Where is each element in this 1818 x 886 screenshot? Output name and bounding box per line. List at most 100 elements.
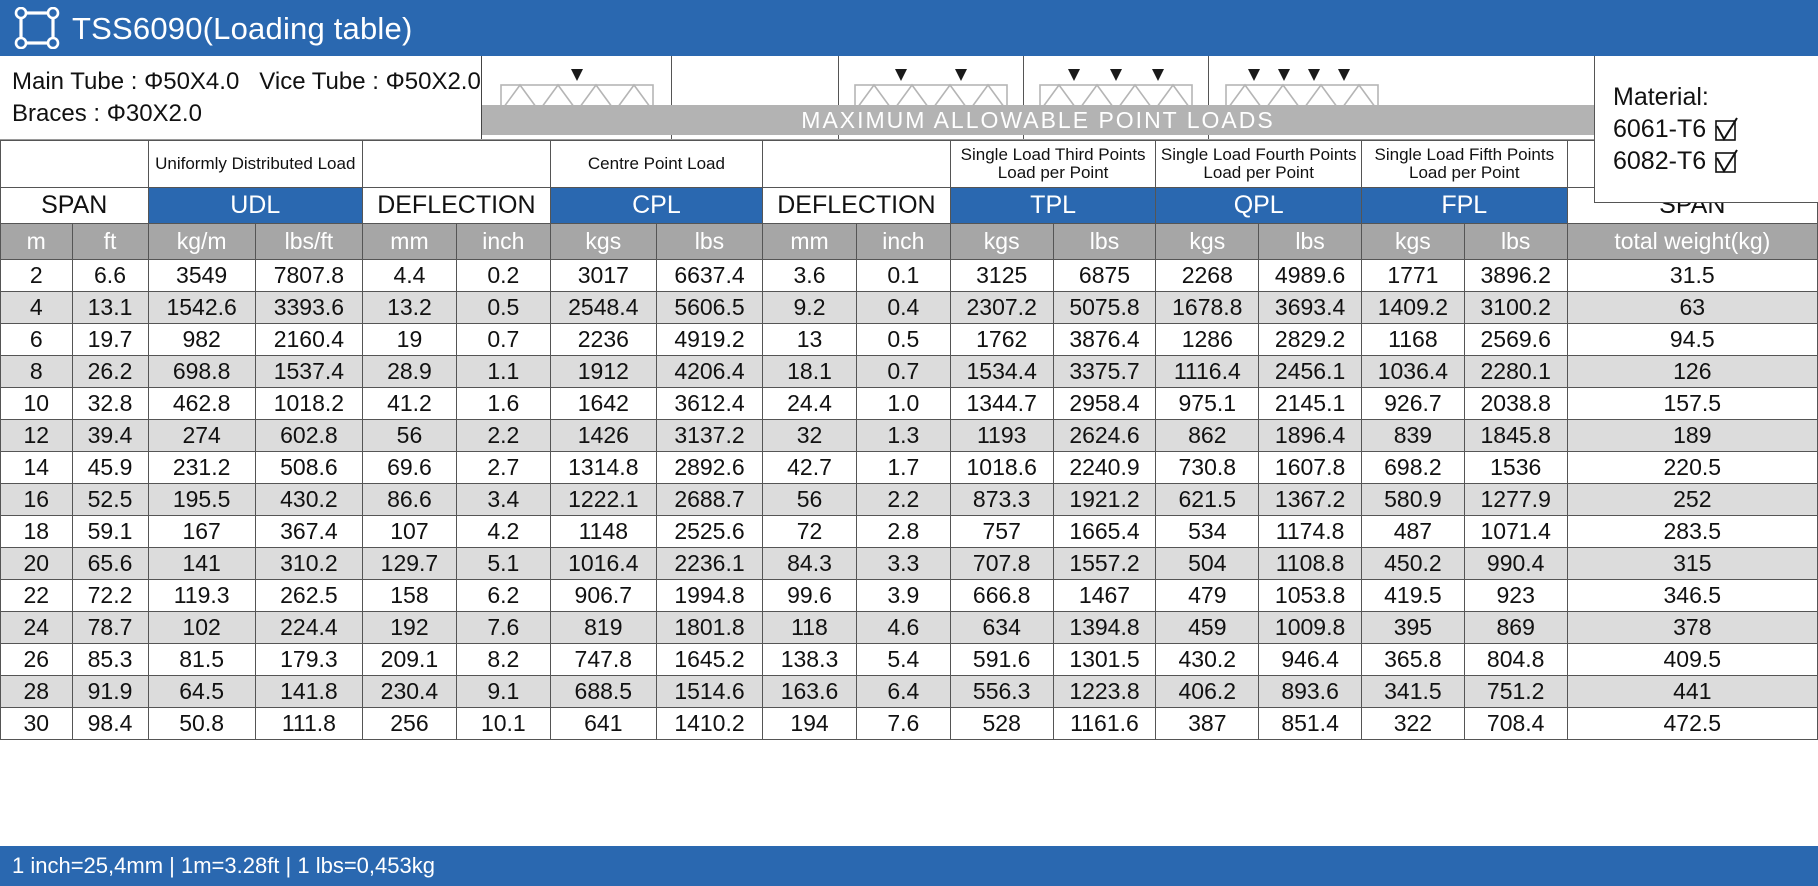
table-cell: 69.6 [362,451,457,484]
table-cell: 167 [147,515,256,548]
material-option-6061: 6061-T6 [1613,115,1818,144]
table-cell: 315 [1566,547,1818,580]
table-cell: 10 [0,387,73,420]
table-row: 10 32.8 462.8 1018.2 41.2 1.6 1642 3612.4 24.4 1.… [0,387,1818,420]
table-cell: 1534.4 [949,355,1054,388]
unit-defl1-mm: mm [362,223,457,260]
table-cell: 666.8 [949,579,1054,612]
checkbox-checked-icon-6061[interactable] [1714,117,1738,141]
table-cell: 1.3 [855,419,951,452]
table-cell: 341.5 [1361,675,1465,708]
table-cell: 3393.6 [254,291,364,324]
table-cell: 52.5 [71,483,149,516]
table-cell: 118 [762,611,857,644]
unit-tpl-kgs: kgs [949,223,1054,260]
table-cell: 3137.2 [655,419,764,452]
table-row: 4 13.1 1542.6 3393.6 13.2 0.5 2548.4 5606.5 9.2 0… [0,291,1818,324]
table-cell: 31.5 [1566,259,1818,292]
table-cell: 409.5 [1566,643,1818,676]
table-cell: 441 [1566,675,1818,708]
table-cell: 85.3 [71,643,149,676]
table-cell: 1277.9 [1463,483,1568,516]
table-cell: 32 [762,419,857,452]
table-cell: 16 [0,483,73,516]
unit-span-m: m [0,223,73,260]
table-cell: 3549 [147,259,256,292]
table-cell: 580.9 [1361,483,1465,516]
header-cpl-desc: Centre Point Load [549,140,764,188]
table-cell: 1367.2 [1258,483,1362,516]
table-cell: 450.2 [1361,547,1465,580]
table-cell: 1912 [549,355,657,388]
table-cell: 893.6 [1258,675,1362,708]
table-cell: 2.2 [855,483,951,516]
table-cell: 2160.4 [254,323,364,356]
table-cell: 1286 [1155,323,1260,356]
table-cell: 28 [0,675,73,708]
table-cell: 1071.4 [1463,515,1568,548]
table-cell: 1222.1 [549,483,657,516]
table-cell: 2456.1 [1258,355,1362,388]
table-cell: 102 [147,611,256,644]
table-cell: 1223.8 [1052,675,1157,708]
spec-line-1: Main Tube : Φ50X4.0 Vice Tube : Φ50X2.0 [12,68,481,96]
table-cell: 1645.2 [655,643,764,676]
table-cell: 508.6 [254,451,364,484]
material-label: Material: [1613,82,1709,111]
table-cell: 5.1 [455,547,551,580]
table-cell: 1536 [1463,451,1568,484]
table-cell: 2038.8 [1463,387,1568,420]
table-cell: 322 [1361,707,1465,740]
table-cell: 2829.2 [1258,323,1362,356]
table-cell: 923 [1463,579,1568,612]
title-bar: TSS6090(Loading table) [0,0,1818,56]
table-cell: 18 [0,515,73,548]
table-cell: 7.6 [855,707,951,740]
table-cell: 158 [362,579,457,612]
table-cell: 1148 [549,515,657,548]
table-row: 24 78.7 102 224.4 192 7.6 819 1801.8 118 4.6 634 13… [0,611,1818,644]
table-row: 14 45.9 231.2 508.6 69.6 2.7 1314.8 2892.6 42.7 1… [0,451,1818,484]
table-cell: 1036.4 [1361,355,1465,388]
table-cell: 4206.4 [655,355,764,388]
table-cell: 5.4 [855,643,951,676]
checkbox-checked-icon-6082[interactable] [1714,149,1738,173]
table-row: 26 85.3 81.5 179.3 209.1 8.2 747.8 1645.2 138.3 5… [0,643,1818,676]
table-cell: 1542.6 [147,291,256,324]
header-deflection1-blank [362,140,551,188]
loading-table-body: 2 6.6 3549 7807.8 4.4 0.2 3017 6637.4 3.6 0.1 3125… [0,259,1818,740]
table-cell: 224.4 [254,611,364,644]
table-cell: 975.1 [1155,387,1260,420]
table-cell: 3017 [549,259,657,292]
table-cell: 602.8 [254,419,364,452]
table-cell: 365.8 [1361,643,1465,676]
table-cell: 1174.8 [1258,515,1362,548]
table-row: 30 98.4 50.8 111.8 256 10.1 641 1410.2 194 7.6 528… [0,707,1818,740]
table-cell: 2958.4 [1052,387,1157,420]
table-cell: 22 [0,579,73,612]
table-cell: 634 [949,611,1054,644]
table-cell: 179.3 [254,643,364,676]
table-cell: 757 [949,515,1054,548]
table-cell: 1018.6 [949,451,1054,484]
unit-qpl-lbs: lbs [1258,223,1362,260]
table-cell: 4.4 [362,259,457,292]
unit-defl2-mm: mm [762,223,857,260]
table-cell: 3.3 [855,547,951,580]
header-cpl: CPL [549,187,764,224]
table-cell: 621.5 [1155,483,1260,516]
table-cell: 346.5 [1566,579,1818,612]
table-row: 12 39.4 274 602.8 56 2.2 1426 3137.2 32 1.3 1193 26… [0,419,1818,452]
table-cell: 1801.8 [655,611,764,644]
table-row: 18 59.1 167 367.4 107 4.2 1148 2525.6 72 2.8 757 16… [0,515,1818,548]
maximum-allowable-point-loads-banner: MAXIMUM ALLOWABLE POINT LOADS [482,105,1594,135]
header-units-row: m ft kg/m lbs/ft mm inch kgs lbs mm inch… [0,223,1818,260]
table-cell: 3876.4 [1052,323,1157,356]
table-cell: 10.1 [455,707,551,740]
table-cell: 990.4 [1463,547,1568,580]
table-cell: 1301.5 [1052,643,1157,676]
header-qpl-desc: Single Load Fourth Points Load per Point [1155,140,1362,188]
table-cell: 3.9 [855,579,951,612]
table-cell: 2.2 [455,419,551,452]
table-cell: 851.4 [1258,707,1362,740]
